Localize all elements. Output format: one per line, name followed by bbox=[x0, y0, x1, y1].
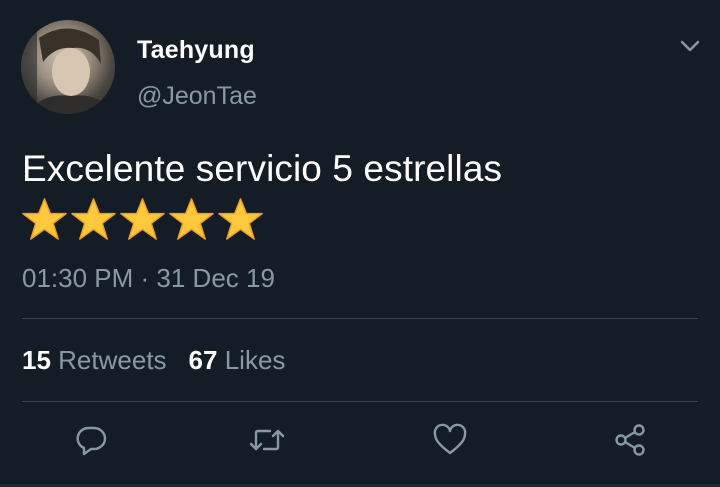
likes-stat[interactable]: 67 Likes bbox=[189, 345, 286, 376]
likes-count: 67 bbox=[188, 345, 218, 375]
share-icon bbox=[615, 424, 645, 456]
engagement-stats: 15 Retweets 67 Likes bbox=[22, 345, 285, 376]
like-button[interactable] bbox=[430, 420, 470, 460]
author-handle[interactable]: @JeonTae bbox=[137, 82, 257, 111]
tweet-timestamp[interactable]: 01:30 PM · 31 Dec 19 bbox=[22, 263, 275, 294]
star-emoji-icon bbox=[169, 198, 214, 240]
tweet-actions bbox=[0, 420, 720, 464]
star-emoji-icon bbox=[218, 198, 263, 240]
heart-icon bbox=[433, 423, 467, 455]
reply-button[interactable] bbox=[71, 420, 111, 460]
retweets-label: Retweets bbox=[58, 345, 167, 375]
tweet-text: Excelente servicio 5 estrellas bbox=[22, 148, 503, 189]
retweet-icon bbox=[249, 429, 285, 451]
retweets-count: 15 bbox=[22, 345, 51, 375]
avatar[interactable] bbox=[21, 20, 115, 114]
retweets-stat[interactable]: 15 Retweets bbox=[22, 345, 167, 376]
star-emoji-icon bbox=[22, 198, 67, 240]
chevron-down-icon[interactable] bbox=[679, 37, 701, 55]
star-emoji-icon bbox=[120, 198, 165, 240]
star-emoji-icon bbox=[71, 198, 116, 240]
divider bbox=[22, 318, 698, 319]
share-button[interactable] bbox=[610, 420, 650, 460]
likes-label: Likes bbox=[224, 345, 286, 375]
reply-icon bbox=[76, 426, 107, 456]
star-emoji-row bbox=[21, 196, 264, 244]
divider bbox=[22, 401, 698, 402]
retweet-button[interactable] bbox=[247, 420, 287, 460]
author-name[interactable]: Taehyung bbox=[137, 36, 255, 65]
